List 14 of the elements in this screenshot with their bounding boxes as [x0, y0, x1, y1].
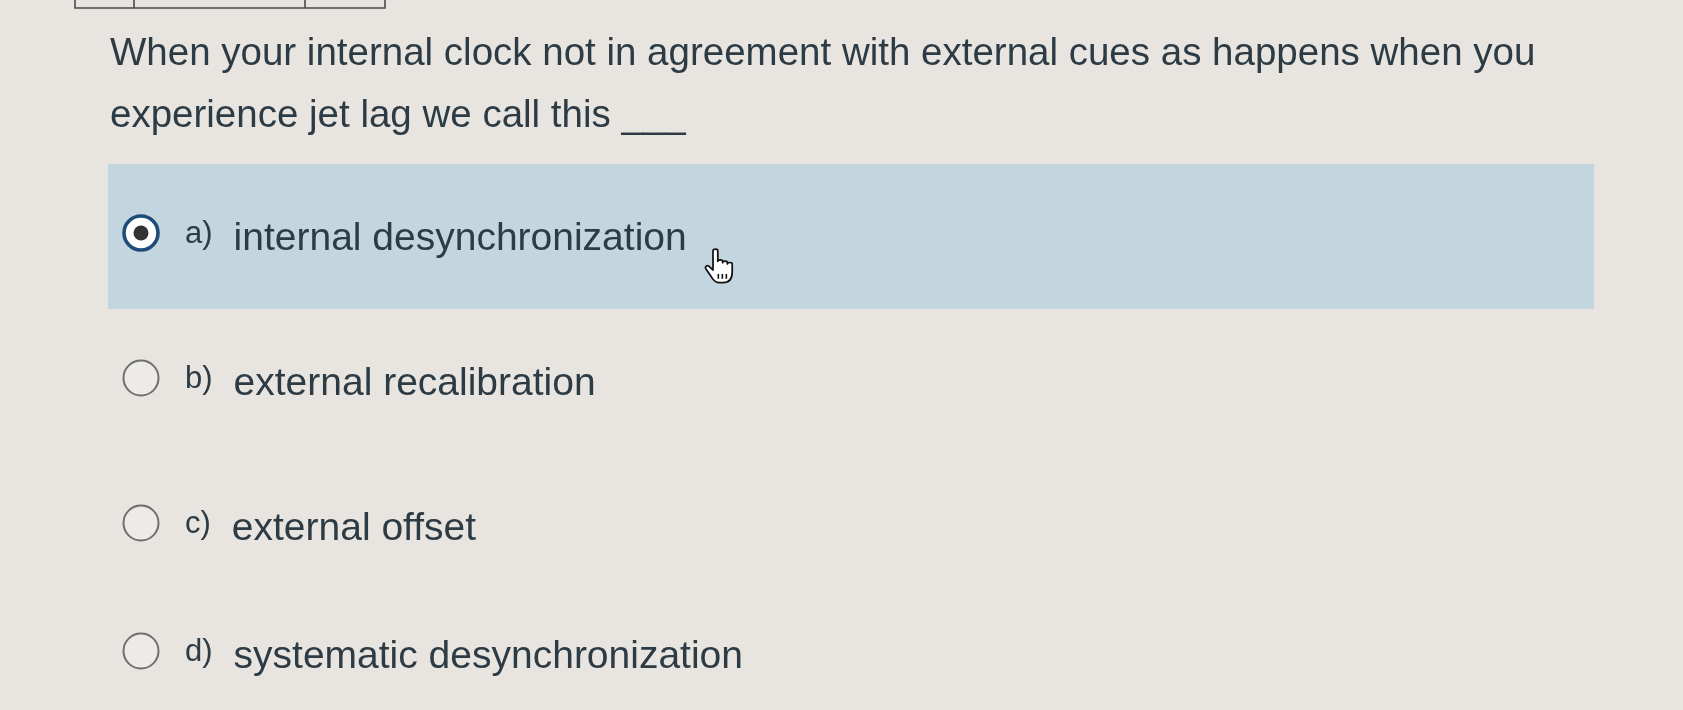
option-label: internal desynchronization — [233, 213, 687, 260]
option-label: systematic desynchronization — [233, 632, 743, 678]
option-letter: c) — [185, 503, 211, 542]
hand-cursor-icon — [704, 248, 734, 284]
option-letter: d) — [185, 632, 213, 670]
radio-button[interactable] — [122, 632, 160, 670]
radio-button[interactable] — [122, 503, 160, 542]
option-label: external recalibration — [233, 358, 596, 405]
radio-button[interactable] — [122, 358, 160, 397]
option-label: external offset — [231, 503, 477, 550]
option-letter: b) — [185, 358, 213, 397]
option-letter: a) — [185, 213, 213, 252]
radio-button[interactable] — [122, 213, 160, 252]
question-text: When your internal clock not in agreement with external cues as happens when you experience jet lag we call this ___ — [110, 29, 1537, 137]
